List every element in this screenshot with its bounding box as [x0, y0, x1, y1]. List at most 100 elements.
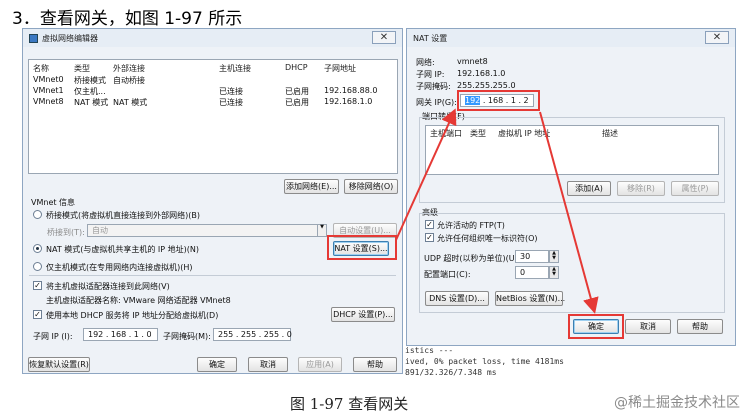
cell-name: VMnet0	[33, 75, 64, 84]
subnet-ip-value: 192.168.1.0	[457, 69, 506, 78]
column-header-dhcp[interactable]: DHCP	[285, 63, 308, 72]
port-forwarding-table[interactable]: 主机端口 类型 虚拟机 IP 地址 描述	[425, 125, 719, 175]
host-only-label: 仅主机模式(在专用网络内连接虚拟机)(H)	[46, 263, 193, 272]
column-header-host[interactable]: 主机连接	[219, 63, 251, 74]
table-row[interactable]: VMnet8 NAT 模式 NAT 模式 已连接 已启用 192.168.1.0	[29, 97, 397, 107]
cell-subnet: 192.168.1.0	[324, 97, 373, 106]
section-heading: 3．查看网关，如图 1-97 所示	[12, 9, 243, 29]
nat-mode-label: NAT 模式(与虚拟机共享主机的 IP 地址)(N)	[46, 245, 200, 254]
dns-settings-button[interactable]: DNS 设置(D)...	[425, 291, 489, 306]
cell-dhcp: 已启用	[285, 87, 309, 96]
vmnet-info-label: VMnet 信息	[31, 198, 76, 207]
netbios-settings-button[interactable]: NetBios 设置(N)...	[495, 291, 565, 306]
column-header-external[interactable]: 外部连接	[113, 63, 145, 74]
cell-type: NAT 模式	[74, 98, 109, 107]
column-header-name[interactable]: 名称	[33, 63, 49, 74]
app-icon	[29, 33, 38, 43]
subnet-ip-label: 子网 IP:	[416, 70, 445, 79]
cell-external: 自动桥接	[113, 76, 145, 85]
config-port-label: 配置端口(C):	[424, 270, 471, 279]
dhcp-settings-button[interactable]: DHCP 设置(P)...	[331, 307, 395, 322]
subnet-mask-label: 子网掩码(M):	[163, 332, 211, 341]
active-ftp-label: 允许活动的 FTP(T)	[437, 221, 505, 230]
bridge-mode-radio[interactable]	[33, 210, 42, 219]
titlebar[interactable]: NAT 设置	[407, 29, 735, 47]
any-oui-checkbox[interactable]: ✓	[425, 233, 434, 242]
subnet-mask-input[interactable]: 255 . 255 . 255 . 0	[213, 328, 292, 341]
nat-settings-window: NAT 设置 ✕ 网络: vmnet8 子网 IP: 192.168.1.0 子…	[406, 28, 736, 346]
udp-timeout-stepper[interactable]: ▲ ▼	[549, 250, 559, 263]
cell-host: 已连接	[219, 98, 243, 107]
config-port-stepper[interactable]: ▲ ▼	[549, 266, 559, 279]
figure-caption: 图 1-97 查看网关	[290, 395, 409, 413]
close-icon[interactable]: ✕	[372, 31, 396, 44]
bridge-to-label: 桥接到(T):	[47, 228, 85, 237]
network-label: 网络:	[416, 58, 435, 67]
active-ftp-checkbox[interactable]: ✓	[425, 220, 434, 229]
remove-port-button[interactable]: 移除(R)	[617, 181, 665, 196]
window-title: NAT 设置	[413, 33, 448, 43]
gateway-highlight	[457, 90, 540, 111]
subnet-mask-value: 255.255.255.0	[457, 81, 516, 90]
cell-host: 已连接	[219, 87, 243, 96]
bridge-mode-label: 桥接模式(将虚拟机直接连接到外部网络)(B)	[46, 211, 200, 220]
terminal-line: ived, 0% packet loss, time 4181ms	[405, 357, 564, 366]
add-network-button[interactable]: 添加网络(E)...	[284, 179, 339, 194]
connect-adapter-checkbox[interactable]: ✓	[33, 281, 42, 290]
cell-subnet: 192.168.88.0	[324, 86, 378, 95]
close-icon[interactable]: ✕	[705, 31, 729, 44]
host-only-radio[interactable]	[33, 262, 42, 271]
remove-network-button[interactable]: 移除网络(O)	[344, 179, 398, 194]
udp-timeout-label: UDP 超时(以秒为单位)(U):	[424, 254, 521, 263]
table-row[interactable]: VMnet1 仅主机... 已连接 已启用 192.168.88.0	[29, 86, 397, 96]
nat-mode-radio[interactable]	[33, 244, 42, 253]
cell-name: VMnet8	[33, 97, 64, 106]
network-value: vmnet8	[457, 57, 488, 66]
titlebar[interactable]: 虚拟网络编辑器	[23, 29, 402, 47]
cell-name: VMnet1	[33, 86, 64, 95]
virtual-network-editor-window: 虚拟网络编辑器 ✕ 名称 类型 外部连接 主机连接 DHCP 子网地址 VMne…	[22, 28, 403, 374]
cancel-button[interactable]: 取消	[248, 357, 288, 372]
column-header-type[interactable]: 类型	[74, 63, 90, 74]
chevron-down-icon[interactable]: ▼	[317, 224, 327, 237]
help-button[interactable]: 帮助	[353, 357, 397, 372]
terminal-output: istics --- ived, 0% packet loss, time 41…	[405, 346, 610, 391]
network-table: 名称 类型 外部连接 主机连接 DHCP 子网地址 VMnet0 桥接模式 自动…	[28, 59, 398, 174]
table-row[interactable]: VMnet0 桥接模式 自动桥接	[29, 75, 397, 85]
divider	[29, 275, 396, 276]
config-port-input[interactable]: 0	[515, 266, 549, 279]
nat-settings-highlight	[327, 235, 397, 260]
subnet-mask-label: 子网掩码:	[416, 82, 451, 91]
connect-adapter-label: 将主机虚拟适配器连接到此网络(V)	[46, 282, 170, 291]
gateway-label: 网关 IP(G):	[416, 98, 457, 107]
column-header-subnet[interactable]: 子网地址	[324, 63, 356, 74]
add-port-button[interactable]: 添加(A)	[567, 181, 611, 196]
subnet-ip-input[interactable]: 192 . 168 . 1 . 0	[83, 328, 158, 341]
dhcp-label: 使用本地 DHCP 服务将 IP 地址分配给虚拟机(D)	[46, 311, 219, 320]
cancel-button[interactable]: 取消	[625, 319, 671, 334]
terminal-line: 891/32.326/7.348 ms	[405, 368, 497, 377]
cell-dhcp: 已启用	[285, 98, 309, 107]
apply-button[interactable]: 应用(A)	[298, 357, 342, 372]
any-oui-label: 允许任何组织唯一标识符(O)	[437, 234, 538, 243]
ok-highlight	[568, 314, 624, 339]
restore-defaults-button[interactable]: 恢复默认设置(R)	[28, 357, 90, 372]
subnet-ip-label: 子网 IP (I):	[33, 332, 73, 341]
cell-type: 仅主机...	[74, 87, 106, 96]
udp-timeout-input[interactable]: 30	[515, 250, 549, 263]
ok-button[interactable]: 确定	[197, 357, 237, 372]
column-header-vm-ip[interactable]: 虚拟机 IP 地址	[498, 128, 550, 139]
column-header-type[interactable]: 类型	[470, 128, 486, 139]
dhcp-checkbox[interactable]: ✓	[33, 310, 42, 319]
cell-external: NAT 模式	[113, 98, 148, 107]
watermark: @稀土掘金技术社区	[614, 395, 740, 411]
adapter-name-label: 主机虚拟适配器名称: VMware 网络适配器 VMnet8	[46, 296, 231, 305]
terminal-line: istics ---	[405, 346, 454, 355]
column-header-description[interactable]: 描述	[602, 128, 618, 139]
bridge-to-select[interactable]: 自动	[87, 224, 327, 237]
window-title: 虚拟网络编辑器	[42, 33, 98, 43]
help-button[interactable]: 帮助	[677, 319, 723, 334]
properties-button[interactable]: 属性(P)	[671, 181, 719, 196]
cell-type: 桥接模式	[74, 76, 106, 85]
column-header-host-port[interactable]: 主机端口	[430, 128, 462, 139]
